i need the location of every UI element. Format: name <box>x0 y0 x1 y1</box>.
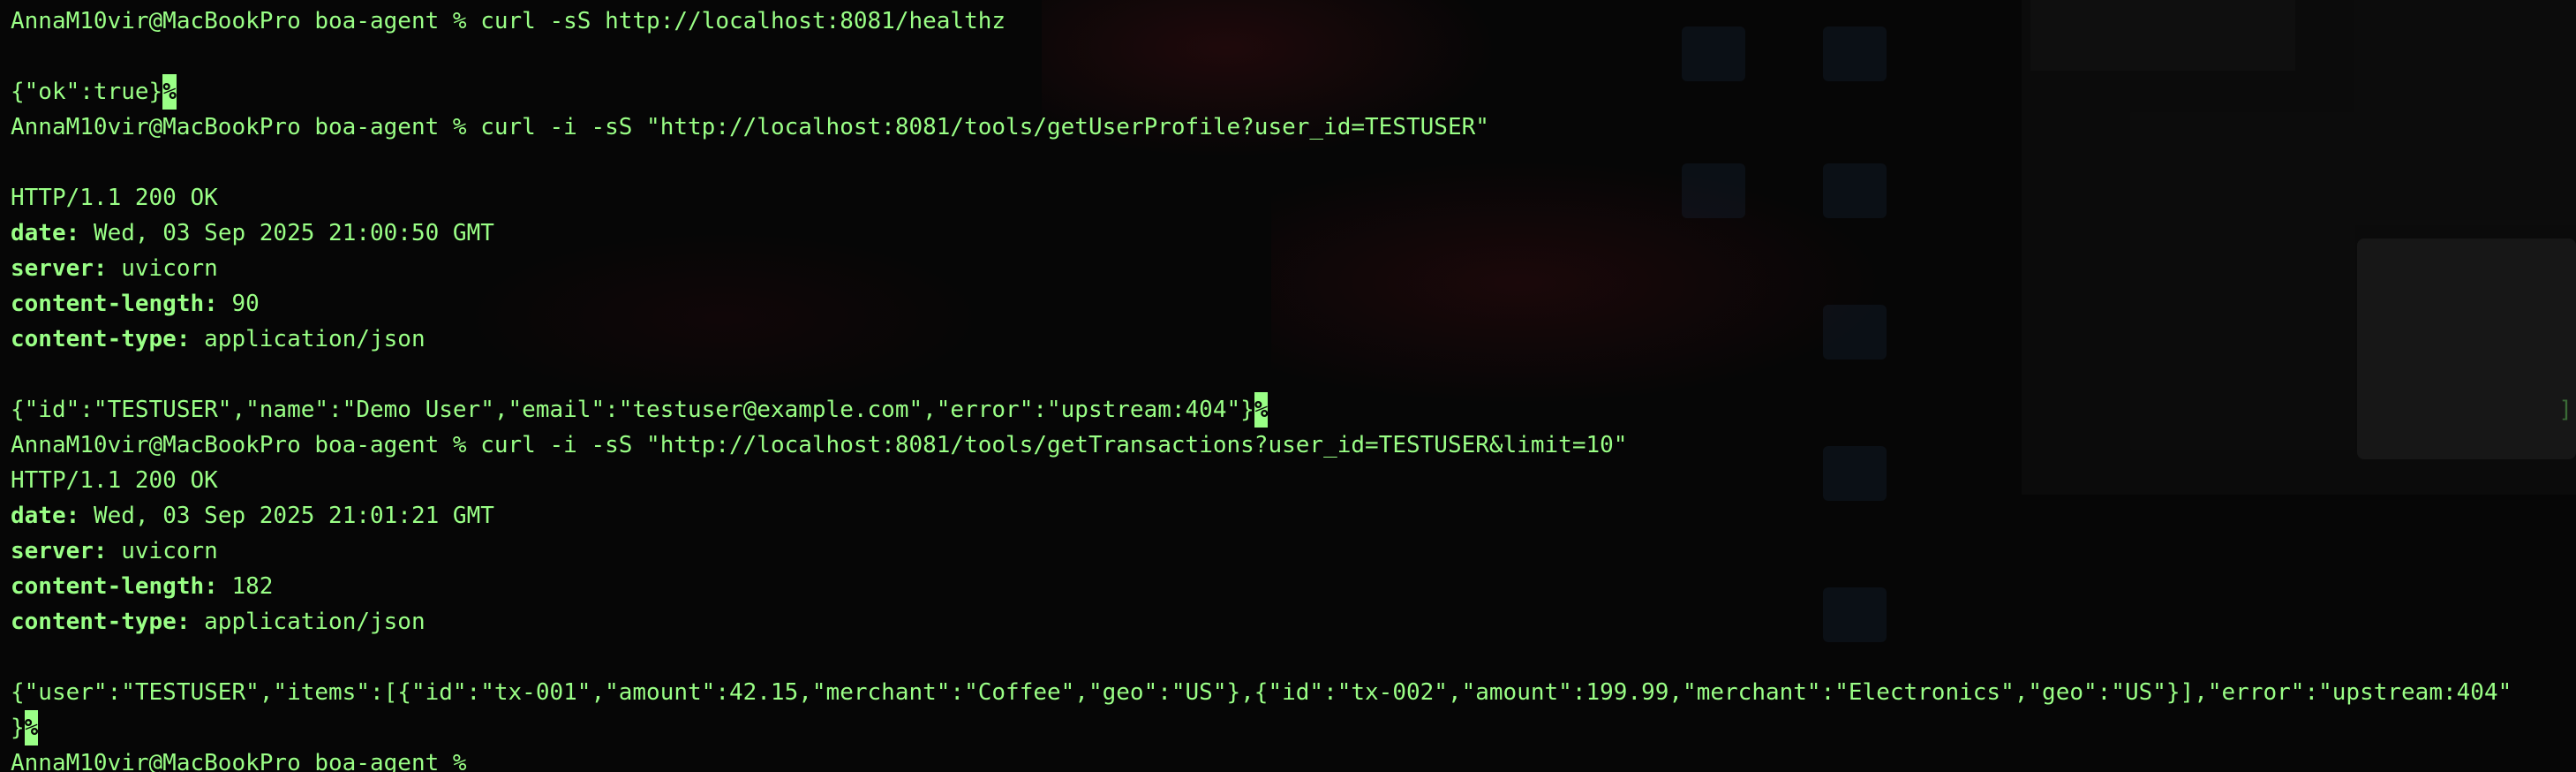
http-header-separator: : <box>204 291 218 317</box>
end-of-output-marker: % <box>24 710 39 746</box>
http-header-line: server: uvicorn <box>11 534 2512 569</box>
http-header-line: content-type: application/json <box>11 322 2512 357</box>
http-header-value: 182 <box>231 573 274 600</box>
shell-command: curl -sS http://localhost:8081/healthz <box>480 8 1006 34</box>
shell-prompt: AnnaM10vir@MacBookPro boa-agent % <box>11 750 481 772</box>
http-header-separator: : <box>65 220 80 246</box>
end-of-output-marker: % <box>162 74 177 110</box>
http-status: HTTP/1.1 200 OK <box>11 185 218 211</box>
text-cursor[interactable] <box>480 751 494 772</box>
http-header-line: content-type: application/json <box>11 604 2512 640</box>
http-header-separator: : <box>93 255 108 282</box>
http-header-separator: : <box>176 326 191 352</box>
http-header-key: content-type <box>11 326 177 352</box>
response-body-text: {"user":"TESTUSER","items":[{"id":"tx-00… <box>11 679 2512 706</box>
http-header-value: Wed, 03 Sep 2025 21:00:50 GMT <box>93 220 494 246</box>
response-body-line: }% <box>11 710 2512 746</box>
http-status: HTTP/1.1 200 OK <box>11 467 218 494</box>
http-header-line: content-length: 182 <box>11 569 2512 604</box>
http-header-line: date: Wed, 03 Sep 2025 21:01:21 GMT <box>11 498 2512 534</box>
response-body-text: {"ok":true} <box>11 79 163 105</box>
http-header-separator: : <box>93 538 108 564</box>
command-line: AnnaM10vir@MacBookPro boa-agent % curl -… <box>11 110 2512 145</box>
http-header-key: server <box>11 255 94 282</box>
http-header-key: content-length <box>11 573 205 600</box>
terminal-output: AnnaM10vir@MacBookPro boa-agent % curl -… <box>11 4 2512 772</box>
command-line: AnnaM10vir@MacBookPro boa-agent % curl -… <box>11 428 2512 463</box>
http-header-value: uvicorn <box>121 538 218 564</box>
shell-prompt: AnnaM10vir@MacBookPro boa-agent % <box>11 8 481 34</box>
http-header-separator: : <box>65 503 80 529</box>
http-header-line: date: Wed, 03 Sep 2025 21:00:50 GMT <box>11 216 2512 251</box>
response-body-line: {"ok":true}% <box>11 74 2512 110</box>
http-header-key: server <box>11 538 94 564</box>
shell-command: curl -i -sS "http://localhost:8081/tools… <box>480 432 1628 458</box>
terminal-window[interactable]: AnnaM10vir@MacBookPro boa-agent % curl -… <box>0 0 2576 772</box>
http-status-line: HTTP/1.1 200 OK <box>11 180 2512 216</box>
line-wrap-marker: ] <box>2558 397 2572 423</box>
shell-prompt: AnnaM10vir@MacBookPro boa-agent % <box>11 114 481 140</box>
response-body-text: {"id":"TESTUSER","name":"Demo User","ema… <box>11 397 1254 423</box>
active-prompt-line: AnnaM10vir@MacBookPro boa-agent % <box>11 746 2512 772</box>
shell-prompt: AnnaM10vir@MacBookPro boa-agent % <box>11 432 481 458</box>
response-body-line: {"user":"TESTUSER","items":[{"id":"tx-00… <box>11 675 2512 710</box>
http-status-line: HTTP/1.1 200 OK <box>11 463 2512 498</box>
http-header-value: Wed, 03 Sep 2025 21:01:21 GMT <box>93 503 494 529</box>
http-header-line: content-length: 90 <box>11 286 2512 322</box>
http-header-value: 90 <box>231 291 260 317</box>
http-header-separator: : <box>176 609 191 635</box>
command-line: AnnaM10vir@MacBookPro boa-agent % curl -… <box>11 4 2512 39</box>
http-header-key: content-type <box>11 609 177 635</box>
http-header-key: date <box>11 220 66 246</box>
http-header-separator: : <box>204 573 218 600</box>
http-header-line: server: uvicorn <box>11 251 2512 286</box>
response-body-text: } <box>11 715 25 741</box>
http-header-key: date <box>11 503 66 529</box>
end-of-output-marker: % <box>1254 392 1269 428</box>
http-header-value: application/json <box>204 609 426 635</box>
http-header-key: content-length <box>11 291 205 317</box>
http-header-value: application/json <box>204 326 426 352</box>
response-body-line: {"id":"TESTUSER","name":"Demo User","ema… <box>11 392 2512 428</box>
shell-command: curl -i -sS "http://localhost:8081/tools… <box>480 114 1489 140</box>
http-header-value: uvicorn <box>121 255 218 282</box>
